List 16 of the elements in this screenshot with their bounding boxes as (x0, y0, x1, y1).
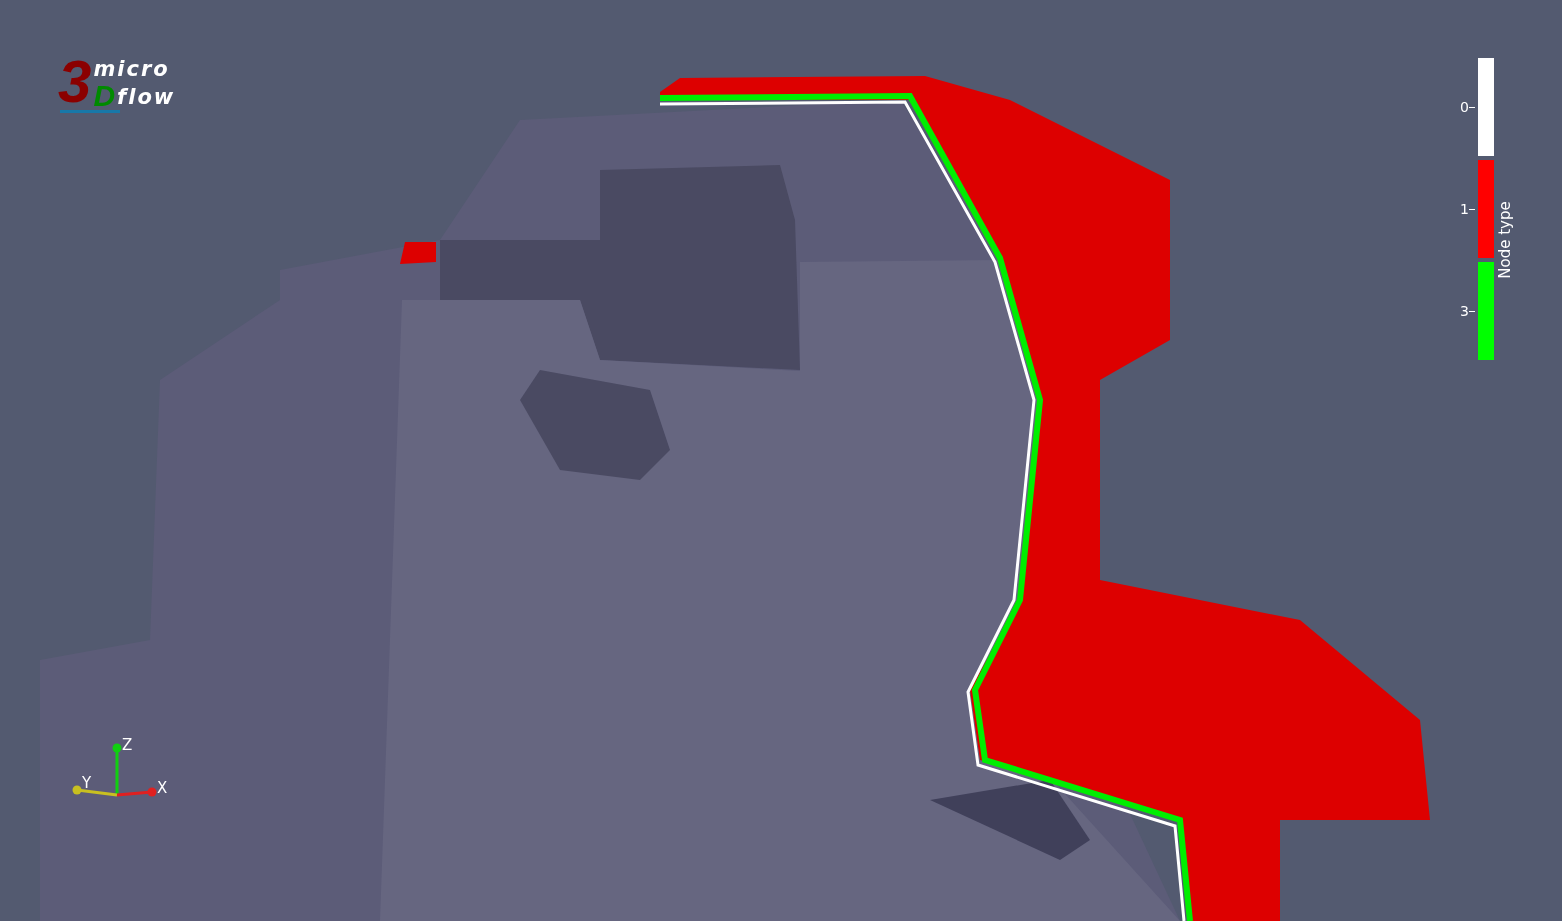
voxel-patch (400, 242, 436, 264)
axis-label: Y (82, 774, 92, 792)
logo-digit: 3 (58, 52, 92, 112)
legend-tick (1469, 208, 1475, 210)
axis-label: X (157, 779, 168, 797)
axis-label: Z (122, 736, 133, 754)
logo-underline (60, 110, 120, 113)
logo-word: flow (117, 84, 176, 110)
legend-tick (1469, 106, 1475, 108)
logo-word: micro (93, 56, 171, 82)
logo-letter: D (93, 82, 116, 110)
legend-title: Node type (1496, 201, 1514, 279)
legend-label: 0 (1459, 99, 1469, 115)
legend-label: 3 (1459, 303, 1469, 319)
legend-label: 1 (1459, 201, 1469, 217)
legend-tick (1469, 310, 1475, 312)
